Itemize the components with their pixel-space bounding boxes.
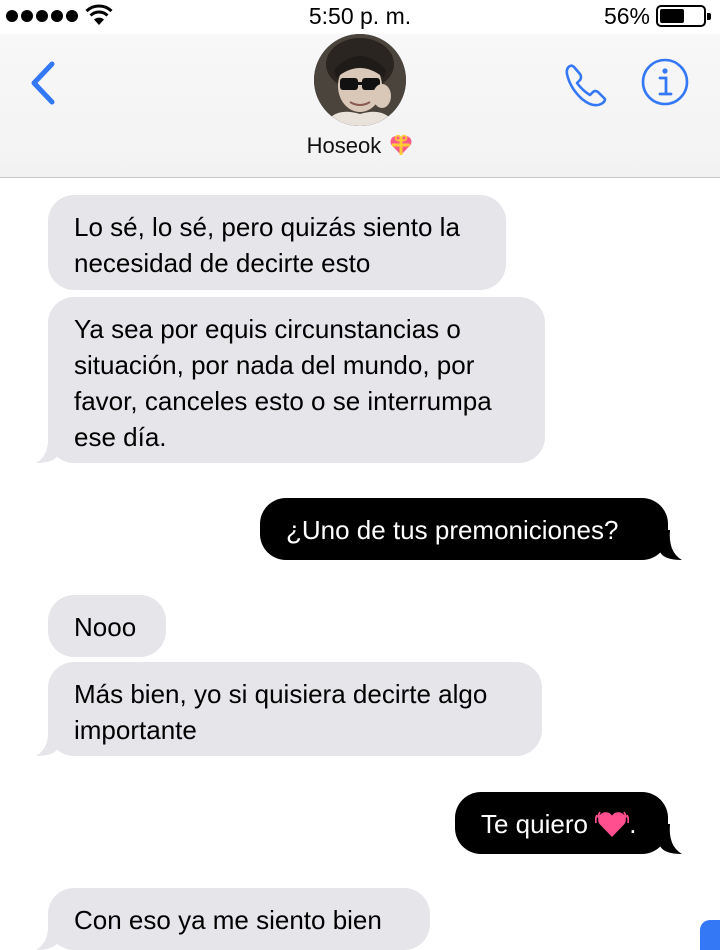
battery-icon — [656, 5, 711, 27]
message-bubble-outgoing[interactable]: Te quiero . — [455, 792, 668, 854]
phone-button[interactable] — [560, 58, 612, 110]
message-line: necesidad de decirte esto — [74, 248, 371, 278]
message-bubble-incoming[interactable]: Ya sea por equis circunstancias o situac… — [48, 297, 545, 463]
avatar-image — [314, 34, 406, 126]
contact-name[interactable]: Hoseok — [0, 133, 720, 159]
message-line: importante — [74, 715, 197, 745]
message-bubble-incoming[interactable]: Lo sé, lo sé, pero quizás siento la nece… — [48, 195, 506, 290]
bubble-tail-incoming — [36, 920, 58, 950]
bubble-tail-incoming — [36, 726, 58, 756]
message-line: Nooo — [74, 612, 137, 642]
message-line: Ya sea por equis circunstancias o — [74, 314, 461, 344]
message-line: favor, canceles esto o se interrumpa — [74, 386, 492, 416]
contact-name-label: Hoseok — [306, 133, 382, 158]
battery-percent: 56% — [603, 3, 650, 29]
contact-avatar[interactable] — [314, 34, 406, 126]
pink-heart-icon — [595, 811, 630, 837]
message-text: Te quiero — [481, 809, 588, 839]
bubble-tail-incoming — [36, 433, 58, 463]
message-line: ese día. — [74, 422, 167, 452]
header-divider — [0, 177, 720, 178]
back-button[interactable] — [24, 58, 64, 108]
info-button[interactable] — [640, 57, 690, 107]
status-bar: 5:50 p. m. 56% — [0, 0, 720, 34]
message-line: Más bien, yo si quisiera decirte algo — [74, 679, 488, 709]
message-line: Con eso ya me siento bien — [74, 905, 382, 935]
battery-level — [660, 9, 684, 23]
bubble-tail-outgoing — [660, 824, 682, 854]
message-line: situación, por nada del mundo, por — [74, 350, 475, 380]
message-line: Lo sé, lo sé, pero quizás siento la — [74, 212, 460, 242]
message-bubble-incoming[interactable]: Con eso ya me siento bien — [48, 888, 430, 950]
conversation-header: Hoseok — [0, 34, 720, 178]
message-text-suffix: . — [629, 809, 637, 839]
bubble-tail-outgoing — [660, 530, 682, 560]
scroll-indicator[interactable] — [700, 920, 720, 950]
message-bubble-incoming[interactable]: Nooo — [48, 595, 166, 657]
gift-heart-icon — [390, 134, 412, 155]
message-bubble-outgoing[interactable]: ¿Uno de tus premoniciones? — [260, 498, 668, 560]
message-bubble-incoming[interactable]: Más bien, yo si quisiera decirte algo im… — [48, 662, 542, 756]
message-line: ¿Uno de tus premoniciones? — [286, 515, 619, 545]
